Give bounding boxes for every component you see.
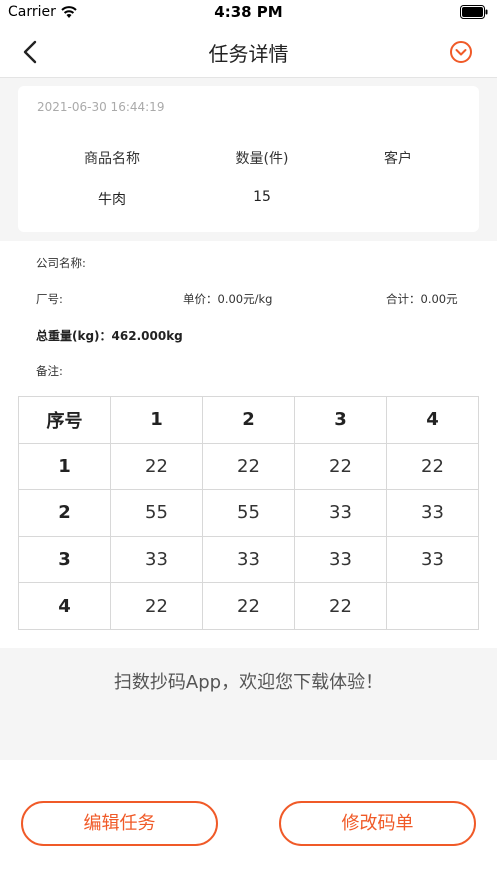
table-row: 2 55 55 33 33 (18, 489, 479, 537)
table-cell: 22 (202, 442, 295, 491)
table-cell: 33 (202, 535, 295, 584)
table-cell: 22 (294, 582, 387, 630)
value-quantity: 15 (253, 189, 271, 205)
row-index-cell: 2 (18, 489, 111, 537)
table-cell: 33 (110, 535, 203, 584)
status-time: 4:38 PM (214, 3, 283, 21)
factory-label: 厂号: (36, 292, 63, 306)
table-cell: 22 (110, 442, 203, 491)
navigation-bar: 任务详情 (0, 26, 497, 78)
row-index-cell: 1 (18, 442, 111, 491)
page-title: 任务详情 (208, 42, 289, 66)
summary-card: 2021-06-30 16:44:19 商品名称 数量(件) 客户 牛肉 15 (18, 86, 479, 232)
promo-banner: 扫数抄码App，欢迎您下载体验！ (0, 648, 497, 760)
table-row: 1 22 22 22 22 (18, 442, 479, 491)
table-header-cell: 4 (386, 396, 479, 444)
table-cell: 33 (386, 535, 479, 584)
promo-text: 扫数抄码App，欢迎您下载体验！ (113, 672, 384, 693)
table-cell: 22 (202, 582, 295, 630)
table-cell: 55 (202, 489, 295, 537)
row-index-cell: 4 (18, 582, 111, 630)
status-bar: Carrier 4:38 PM (0, 0, 497, 26)
task-date: 2021-06-30 16:44:19 (37, 100, 165, 114)
circle-chevron-down-icon[interactable] (449, 40, 473, 64)
table-cell (386, 582, 479, 630)
table-header-cell: 序号 (18, 396, 111, 444)
battery-icon (460, 5, 488, 19)
table-cell: 22 (386, 442, 479, 491)
total-weight: 总重量(kg)：462.000kg (36, 329, 183, 343)
modify-code-sheet-button[interactable]: 修改码单 (279, 801, 476, 846)
table-row: 3 33 33 33 33 (18, 535, 479, 584)
table-header-cell: 2 (202, 396, 295, 444)
table-cell: 33 (294, 535, 387, 584)
table-cell: 33 (294, 489, 387, 537)
table-cell: 55 (110, 489, 203, 537)
total-amount: 合计：0.00元 (386, 292, 458, 306)
column-product-name: 商品名称 (84, 151, 140, 167)
edit-task-button[interactable]: 编辑任务 (21, 801, 218, 846)
column-quantity: 数量(件) (235, 151, 289, 167)
table-cell: 22 (110, 582, 203, 630)
weight-table: 序号 1 2 3 4 1 22 22 22 22 2 55 55 33 33 3… (18, 396, 479, 630)
table-row: 4 22 22 22 (18, 582, 479, 630)
table-cell: 22 (294, 442, 387, 491)
table-header-row: 序号 1 2 3 4 (18, 396, 479, 444)
remark-label: 备注: (36, 364, 63, 378)
unit-price: 单价：0.00元/kg (183, 292, 273, 306)
row-index-cell: 3 (18, 535, 111, 584)
company-label: 公司名称: (36, 256, 86, 270)
column-customer: 客户 (384, 151, 412, 167)
table-header-cell: 3 (294, 396, 387, 444)
value-product-name: 牛肉 (98, 192, 126, 208)
table-header-cell: 1 (110, 396, 203, 444)
table-cell: 33 (386, 489, 479, 537)
